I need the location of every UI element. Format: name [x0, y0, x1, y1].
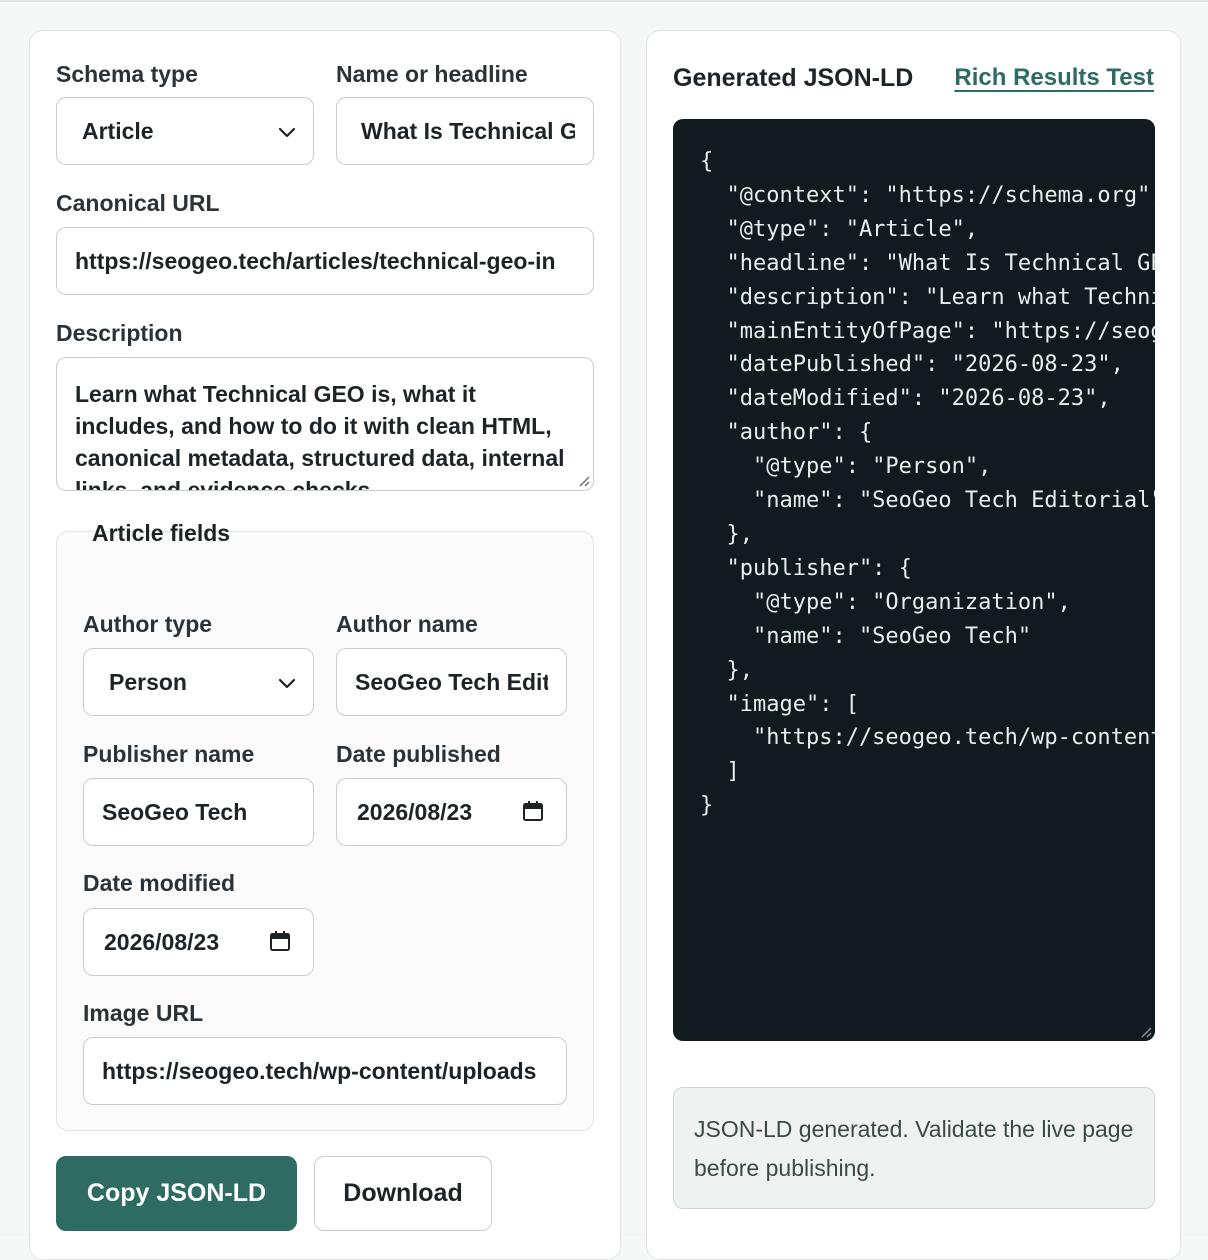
article-fields-legend: Article fields — [92, 520, 231, 546]
date-modified-label: Date modified — [83, 870, 236, 896]
json-output-card: Generated JSON-LD Rich Results Test { "@… — [646, 30, 1181, 1260]
author-type-value: Person — [109, 669, 187, 695]
date-modified-value: 2026/08/23 — [104, 929, 220, 955]
publisher-name-label: Publisher name — [83, 741, 255, 767]
chevron-down-icon — [278, 127, 296, 138]
author-type-label: Author type — [83, 611, 213, 637]
status-message: JSON-LD generated. Validate the live pag… — [673, 1087, 1155, 1209]
download-button[interactable]: Download — [314, 1156, 492, 1231]
schema-type-select[interactable]: Article — [56, 97, 314, 165]
json-ld-code: { "@context": "https://schema.org", "@ty… — [700, 149, 1155, 819]
json-ld-output-textarea[interactable]: { "@context": "https://schema.org", "@ty… — [673, 119, 1155, 1041]
output-title: Generated JSON-LD — [673, 64, 914, 92]
description-textarea[interactable]: Learn what Technical GEO is, what it inc… — [56, 357, 594, 491]
date-published-input[interactable]: 2026/08/23 — [336, 778, 567, 846]
headline-input[interactable] — [336, 97, 594, 165]
calendar-icon[interactable] — [269, 930, 291, 952]
top-divider — [0, 0, 1208, 2]
author-type-select[interactable]: Person — [83, 648, 314, 716]
date-published-value: 2026/08/23 — [357, 799, 473, 825]
headline-label: Name or headline — [336, 61, 528, 87]
copy-json-ld-button[interactable]: Copy JSON-LD — [56, 1156, 297, 1231]
date-modified-input[interactable]: 2026/08/23 — [83, 908, 314, 976]
canonical-url-label: Canonical URL — [56, 190, 220, 216]
description-text: Learn what Technical GEO is, what it inc… — [75, 381, 565, 491]
rich-results-test-link[interactable]: Rich Results Test — [954, 64, 1154, 92]
schema-form-card: Schema type Article Name or headline Can… — [29, 30, 621, 1260]
resize-grip-icon[interactable] — [576, 473, 590, 487]
schema-type-value: Article — [82, 118, 154, 144]
resize-grip-icon[interactable] — [1138, 1024, 1152, 1038]
canonical-url-input[interactable] — [56, 227, 594, 295]
image-url-input[interactable] — [83, 1037, 567, 1105]
schema-type-label: Schema type — [56, 61, 198, 87]
calendar-icon[interactable] — [522, 800, 544, 822]
author-name-input[interactable] — [336, 648, 567, 716]
author-name-label: Author name — [336, 611, 478, 637]
image-url-label: Image URL — [83, 1000, 204, 1026]
description-label: Description — [56, 320, 183, 346]
date-published-label: Date published — [336, 741, 501, 767]
chevron-down-icon — [278, 678, 296, 689]
publisher-name-input[interactable] — [83, 778, 314, 846]
